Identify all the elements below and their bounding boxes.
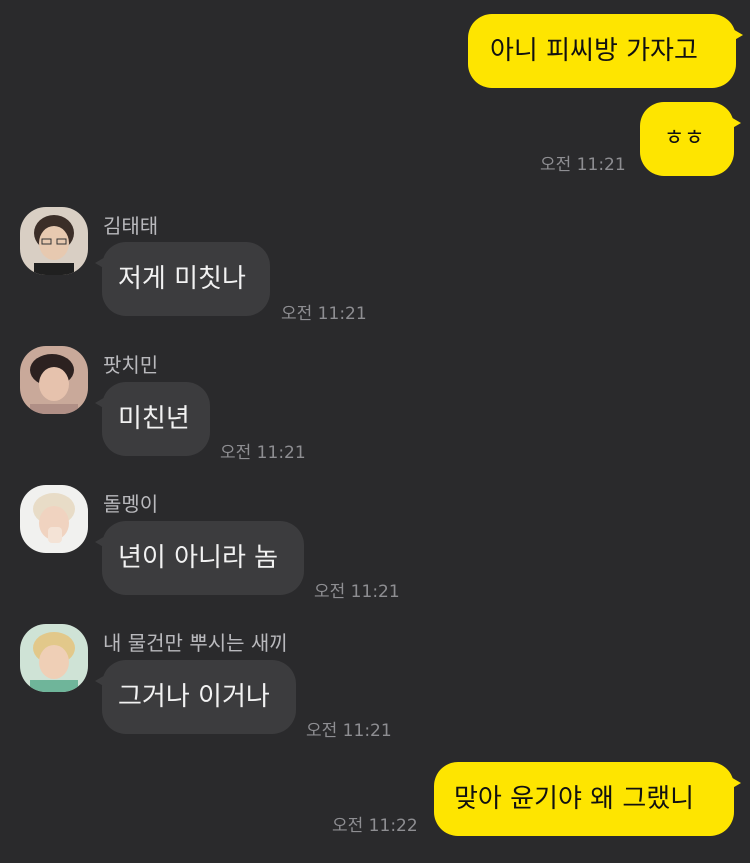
message-bubble[interactable]: ㅎㅎ — [640, 102, 741, 176]
message-text: 맞아 윤기야 왜 그랬니 — [454, 784, 695, 814]
message-time: 오전 11:21 — [540, 155, 626, 175]
message-bubble[interactable]: 미친년 — [95, 382, 210, 456]
avatar[interactable] — [20, 485, 88, 553]
message-bubble[interactable]: 그거나 이거나 — [95, 660, 296, 734]
message-time: 오전 11:21 — [281, 304, 367, 324]
sender-name: 김태태 — [103, 214, 159, 238]
message-text: 저게 미칫나 — [118, 264, 246, 294]
profile-photo-icon — [20, 207, 88, 275]
sender-name: 돌멩이 — [103, 492, 159, 516]
avatar[interactable] — [20, 207, 88, 275]
avatar[interactable] — [20, 624, 88, 692]
message-time: 오전 11:22 — [332, 816, 418, 836]
message-text: 미친년 — [118, 404, 190, 434]
message-bubble[interactable]: 년이 아니라 놈 — [95, 521, 304, 595]
message-bubble[interactable]: 맞아 윤기야 왜 그랬니 — [434, 762, 741, 836]
message-bubble[interactable]: 저게 미칫나 — [95, 242, 270, 316]
message-text: 아니 피씨방 가자고 — [490, 36, 698, 66]
message-text: ㅎㅎ — [664, 126, 705, 151]
message-text: 그거나 이거나 — [118, 682, 270, 712]
message-text: 년이 아니라 놈 — [118, 543, 279, 573]
message-time: 오전 11:21 — [220, 443, 306, 463]
message-time: 오전 11:21 — [306, 721, 392, 741]
sender-name: 내 물건만 뿌시는 새끼 — [103, 631, 288, 655]
sender-name: 팟치민 — [103, 353, 159, 377]
message-time: 오전 11:21 — [314, 582, 400, 602]
profile-photo-icon — [20, 485, 88, 553]
message-bubble[interactable]: 아니 피씨방 가자고 — [468, 14, 743, 88]
avatar[interactable] — [20, 346, 88, 414]
profile-photo-icon — [20, 624, 88, 692]
profile-photo-icon — [20, 346, 88, 414]
